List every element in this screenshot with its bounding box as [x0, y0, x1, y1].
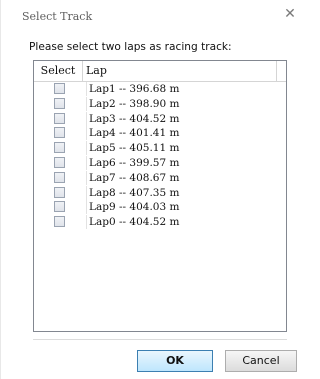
- checkbox-icon[interactable]: [54, 216, 65, 228]
- table-row[interactable]: Lap0 -- 404.52 m: [34, 215, 286, 230]
- table-row[interactable]: Lap3 -- 404.52 m: [34, 111, 286, 127]
- table-row[interactable]: Lap4 -- 401.41 m: [34, 126, 286, 141]
- checkbox-icon[interactable]: [54, 201, 65, 213]
- ok-button[interactable]: OK: [137, 350, 213, 372]
- lap-label: Lap9 -- 404.03 m: [86, 200, 276, 215]
- lap-label: Lap0 -- 404.52 m: [86, 215, 276, 230]
- checkbox-icon[interactable]: [54, 156, 65, 168]
- lap-list[interactable]: Select Lap Lap1 -- 396.68 m Lap2 -- 398.9…: [33, 60, 287, 332]
- lap-label: Lap5 -- 405.11 m: [86, 141, 276, 156]
- cancel-button[interactable]: Cancel: [225, 350, 297, 372]
- select-track-dialog: Select Track ✕ Please select two laps as…: [0, 0, 302, 379]
- lap-rows: Lap1 -- 396.68 m Lap2 -- 398.90 m Lap3 -- …: [34, 82, 286, 230]
- table-row[interactable]: Lap2 -- 398.90 m: [34, 96, 286, 112]
- table-row[interactable]: Lap9 -- 404.03 m: [34, 200, 286, 215]
- column-header-select[interactable]: Select: [34, 61, 83, 81]
- table-row[interactable]: Lap5 -- 405.11 m: [34, 141, 286, 156]
- table-row[interactable]: Lap7 -- 408.67 m: [34, 170, 286, 186]
- instruction-text: Please select two laps as racing track:: [29, 41, 232, 53]
- window-title: Select Track: [22, 10, 93, 23]
- checkbox-icon[interactable]: [54, 112, 65, 124]
- checkbox-icon[interactable]: [54, 97, 65, 109]
- table-row[interactable]: Lap6 -- 399.57 m: [34, 155, 286, 171]
- checkbox-icon[interactable]: [54, 142, 65, 154]
- checkbox-icon[interactable]: [54, 127, 65, 139]
- lap-label: Lap2 -- 398.90 m: [86, 96, 276, 111]
- table-row[interactable]: Lap8 -- 407.35 m: [34, 185, 286, 201]
- lap-label: Lap8 -- 407.35 m: [86, 185, 276, 200]
- checkbox-icon[interactable]: [54, 186, 65, 198]
- list-header: Select Lap: [34, 61, 286, 82]
- checkbox-icon[interactable]: [54, 171, 65, 183]
- lap-label: Lap1 -- 396.68 m: [86, 82, 276, 96]
- lap-label: Lap7 -- 408.67 m: [86, 170, 276, 185]
- close-icon[interactable]: ✕: [282, 6, 298, 22]
- divider: [33, 339, 287, 340]
- title-bar[interactable]: Select Track ✕: [0, 0, 302, 30]
- column-header-lap[interactable]: Lap: [86, 61, 277, 81]
- checkbox-icon[interactable]: [54, 83, 65, 94]
- lap-label: Lap4 -- 401.41 m: [86, 126, 276, 141]
- lap-label: Lap3 -- 404.52 m: [86, 111, 276, 126]
- table-row[interactable]: Lap1 -- 396.68 m: [34, 82, 286, 97]
- window-edge: [0, 0, 1, 379]
- lap-label: Lap6 -- 399.57 m: [86, 155, 276, 170]
